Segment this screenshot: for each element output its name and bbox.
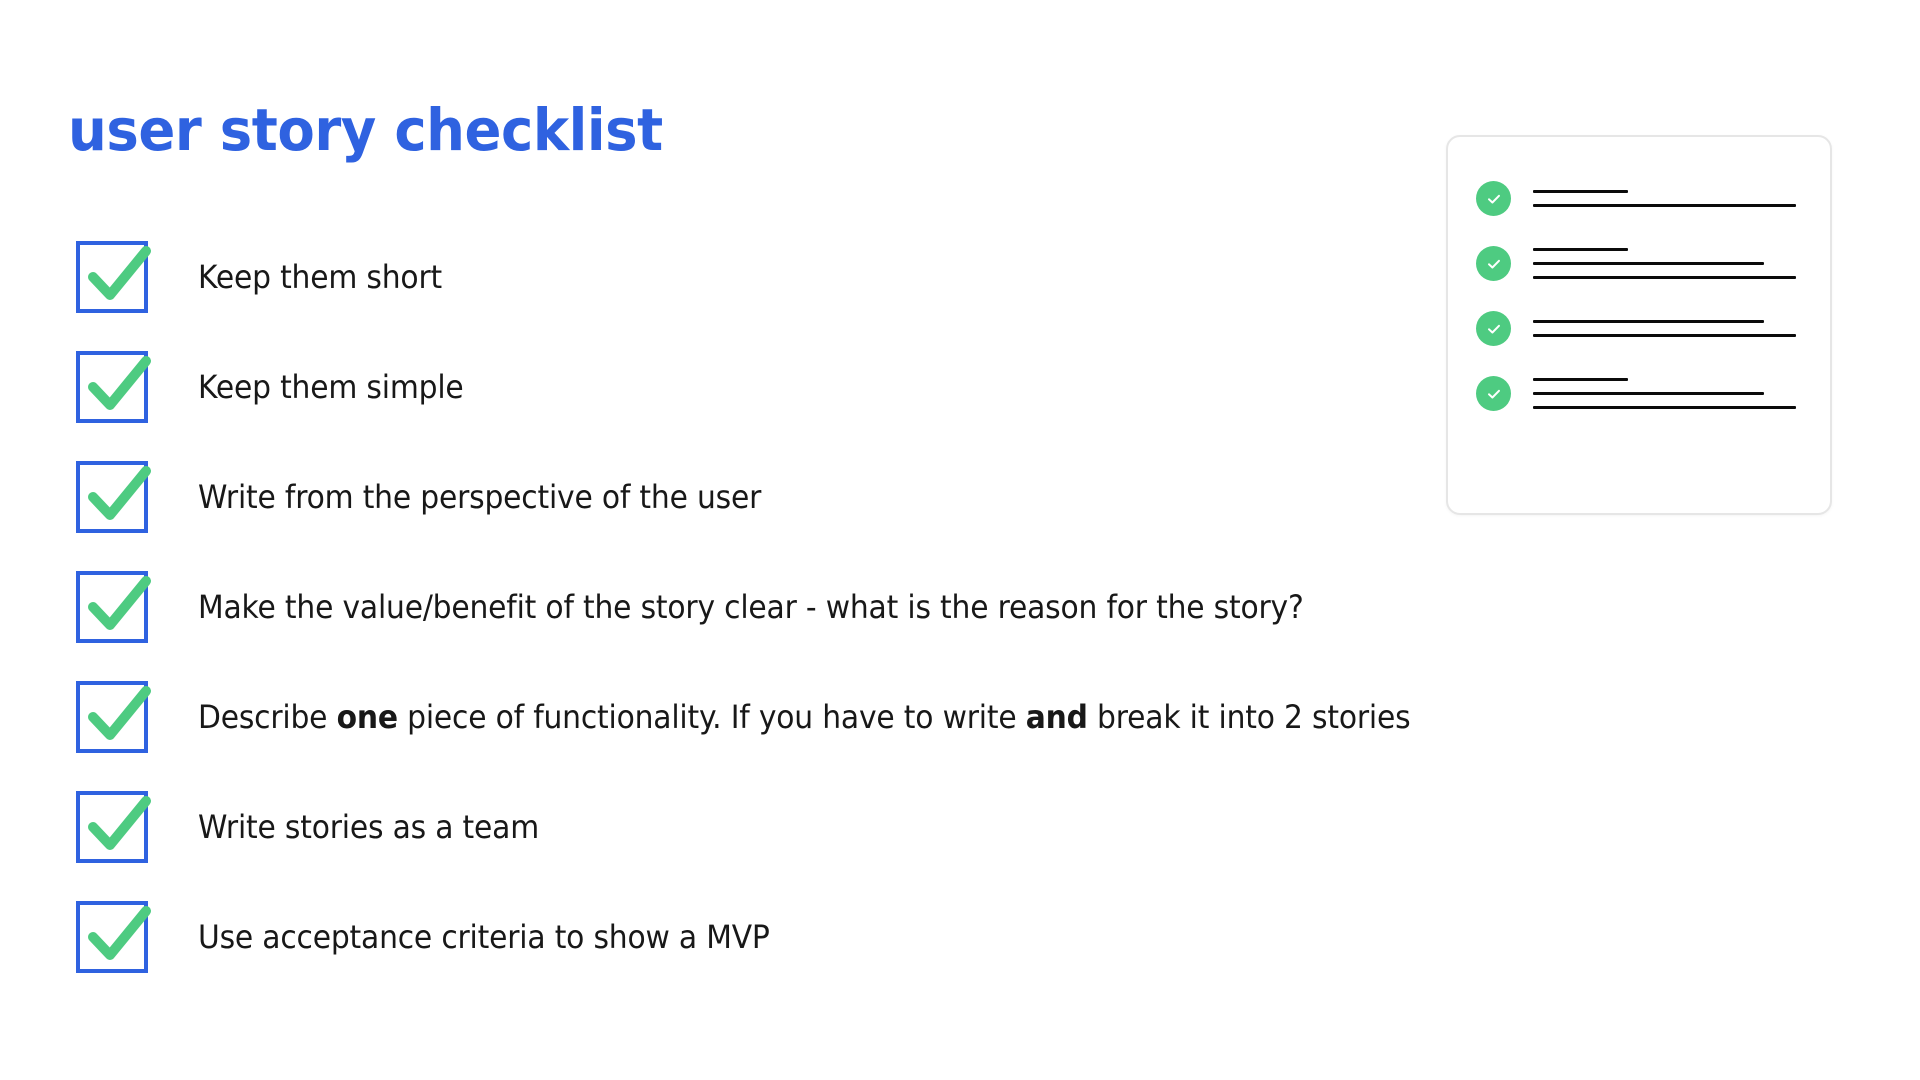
label-text: Write from the perspective of the user: [198, 477, 762, 516]
checklist-item-label: Write stories as a team: [198, 808, 539, 846]
checklist-item-label: Keep them short: [198, 258, 442, 296]
label-text: Describe: [198, 697, 337, 736]
placeholder-line: [1533, 190, 1628, 193]
checkbox-keep-them-short[interactable]: [76, 241, 151, 313]
checklist-item-label: Use acceptance criteria to show a MVP: [198, 918, 770, 956]
checklist-item[interactable]: Describe one piece of functionality. If …: [76, 668, 1496, 766]
placeholder-line: [1533, 204, 1796, 207]
label-text: Make the value/benefit of the story clea…: [198, 587, 1304, 626]
checklist-item[interactable]: Make the value/benefit of the story clea…: [76, 558, 1496, 656]
checklist-item-label: Describe one piece of functionality. If …: [198, 697, 1411, 736]
checkbox-use-acceptance-criteria-mvp[interactable]: [76, 901, 151, 973]
checklist-item-label: Make the value/benefit of the story clea…: [198, 588, 1304, 626]
checklist-item[interactable]: Write stories as a team: [76, 778, 1496, 876]
placeholder-line: [1533, 378, 1628, 381]
check-circle-icon: [1476, 246, 1511, 281]
placeholder-lines: [1533, 190, 1796, 207]
placeholder-line: [1533, 248, 1628, 251]
decorative-list-item: [1476, 181, 1796, 216]
emphasis-text: and: [1025, 697, 1088, 736]
checkbox-keep-them-simple[interactable]: [76, 351, 151, 423]
placeholder-line: [1533, 392, 1765, 395]
checklist-item[interactable]: Write from the perspective of the user: [76, 448, 1496, 546]
checkbox-write-stories-as-a-team[interactable]: [76, 791, 151, 863]
checkbox-make-value-benefit-clear[interactable]: [76, 571, 151, 643]
placeholder-line: [1533, 276, 1796, 279]
placeholder-line: [1533, 334, 1796, 337]
checklist-item[interactable]: Keep them short: [76, 228, 1496, 326]
checklist-item-label: Write from the perspective of the user: [198, 478, 761, 516]
decorative-list-item: [1476, 376, 1796, 411]
decorative-checklist-card: [1446, 135, 1832, 515]
decorative-checklist-rows: [1476, 181, 1796, 411]
check-circle-icon: [1476, 181, 1511, 216]
label-text: Use acceptance criteria to show a MVP: [198, 917, 770, 956]
label-text: Keep them short: [198, 257, 442, 296]
placeholder-line: [1533, 262, 1765, 265]
placeholder-line: [1533, 406, 1796, 409]
placeholder-lines: [1533, 248, 1796, 279]
checklist: Keep them short Keep them simple Write fro…: [76, 228, 1496, 986]
slide-canvas: user story checklist Keep them short Keep…: [0, 0, 1920, 1080]
placeholder-lines: [1533, 378, 1796, 409]
label-text: Write stories as a team: [198, 807, 540, 846]
label-text: Keep them simple: [198, 367, 464, 406]
checkbox-describe-one-piece-of-functionality[interactable]: [76, 681, 151, 753]
label-text: break it into 2 stories: [1087, 697, 1411, 736]
emphasis-text: one: [336, 697, 398, 736]
checklist-item[interactable]: Keep them simple: [76, 338, 1496, 436]
placeholder-lines: [1533, 320, 1796, 337]
page-title: user story checklist: [68, 95, 663, 164]
checklist-item[interactable]: Use acceptance criteria to show a MVP: [76, 888, 1496, 986]
placeholder-line: [1533, 320, 1765, 323]
decorative-list-item: [1476, 311, 1796, 346]
decorative-list-item: [1476, 246, 1796, 281]
label-text: piece of functionality. If you have to w…: [397, 697, 1026, 736]
check-circle-icon: [1476, 311, 1511, 346]
check-circle-icon: [1476, 376, 1511, 411]
checkbox-write-from-perspective-of-user[interactable]: [76, 461, 151, 533]
checklist-item-label: Keep them simple: [198, 368, 464, 406]
